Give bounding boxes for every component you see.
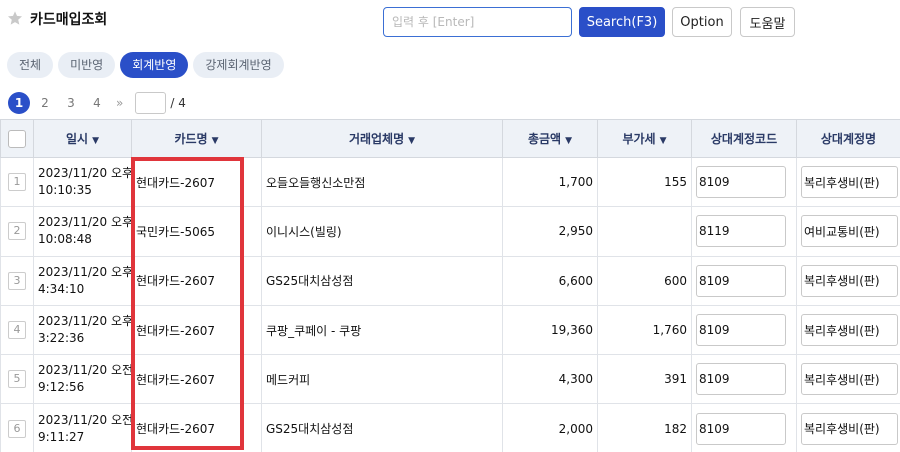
account-name-input[interactable] — [801, 412, 898, 445]
table-row[interactable]: 1 2023/11/20 오후 10:10:35 현대카드-2607 오들오들행신… — [0, 156, 900, 208]
page-2-button[interactable]: 2 — [34, 92, 56, 114]
account-name-input[interactable] — [801, 363, 898, 396]
date-cell: 2023/11/20 오후 10:10:35 — [33, 156, 132, 208]
merchant-cell: 오들오들행신소만점 — [261, 156, 503, 208]
page-4-button[interactable]: 4 — [86, 92, 108, 114]
table-row[interactable]: 3 2023/11/20 오후 4:34:10 현대카드-2607 GS25대치삼… — [0, 255, 900, 306]
column-header-vat[interactable]: 부가세 ▼ — [597, 119, 692, 158]
total-cell: 4,300 — [502, 354, 598, 405]
card-cell: 현대카드-2607 — [131, 255, 262, 306]
account-code-input[interactable] — [696, 412, 786, 445]
vat-cell: 391 — [597, 354, 692, 405]
total-cell: 2,000 — [502, 403, 598, 452]
column-header-account-code[interactable]: 상대계정코드 — [691, 119, 797, 158]
date-cell: 2023/11/20 오전 9:12:56 — [33, 354, 132, 405]
vat-cell: 155 — [597, 156, 692, 208]
total-cell: 1,700 — [502, 156, 598, 208]
tab-all[interactable]: 전체 — [7, 52, 54, 78]
table-row[interactable]: 5 2023/11/20 오전 9:12:56 현대카드-2607 메드커피 4,… — [0, 354, 900, 405]
account-code-input[interactable] — [696, 264, 786, 297]
search-button[interactable]: Search(F3) — [579, 7, 665, 37]
row-number[interactable]: 3 — [8, 271, 26, 290]
tab-unreflected[interactable]: 미반영 — [58, 52, 116, 78]
total-cell: 2,950 — [502, 206, 598, 257]
card-cell: 현대카드-2607 — [131, 354, 262, 405]
merchant-cell: GS25대치삼성점 — [261, 403, 503, 452]
select-all-checkbox[interactable] — [8, 129, 26, 148]
card-cell: 국민카드-5065 — [131, 206, 262, 257]
table-header-row: 일시 ▼ 카드명 ▼ 거래업체명 ▼ 총금액 ▼ 부가세 ▼ 상대계정코드 상대계정명 — [0, 119, 900, 158]
row-number[interactable]: 1 — [8, 173, 26, 192]
page-total: / 4 — [170, 96, 186, 110]
filter-tabs: 전체 미반영 회계반영 강제회계반영 — [7, 52, 284, 78]
next-page-icon[interactable]: » — [116, 96, 123, 110]
card-cell: 현대카드-2607 — [131, 304, 262, 356]
page-1-button[interactable]: 1 — [8, 92, 30, 114]
total-cell: 19,360 — [502, 304, 598, 356]
page-title: 카드매입조회 — [30, 12, 108, 28]
pagination: 1 2 3 4 » / 4 — [8, 92, 186, 114]
vat-cell: 182 — [597, 403, 692, 452]
search-input[interactable] — [383, 7, 572, 37]
row-number[interactable]: 5 — [8, 370, 26, 389]
merchant-cell: GS25대치삼성점 — [261, 255, 503, 306]
column-header-merchant[interactable]: 거래업체명 ▼ — [261, 119, 503, 158]
star-icon[interactable] — [7, 10, 23, 26]
vat-cell — [597, 206, 692, 257]
row-number[interactable]: 4 — [8, 321, 26, 340]
page-3-button[interactable]: 3 — [60, 92, 82, 114]
date-cell: 2023/11/20 오후 3:22:36 — [33, 304, 132, 356]
table-row[interactable]: 6 2023/11/20 오전 9:11:27 현대카드-2607 GS25대치삼… — [0, 403, 900, 452]
account-name-input[interactable] — [801, 215, 898, 248]
account-code-input[interactable] — [696, 314, 786, 347]
sort-caret-icon: ▼ — [92, 136, 99, 146]
option-button[interactable]: Option — [672, 7, 732, 37]
sort-caret-icon: ▼ — [408, 136, 416, 146]
date-cell: 2023/11/20 오후 4:34:10 — [33, 255, 132, 306]
date-cell: 2023/11/20 오전 9:11:27 — [33, 403, 132, 452]
tab-accounting-reflected[interactable]: 회계반영 — [120, 52, 189, 78]
column-header-account-name[interactable]: 상대계정명 — [796, 119, 900, 158]
card-purchase-table: 일시 ▼ 카드명 ▼ 거래업체명 ▼ 총금액 ▼ 부가세 ▼ 상대계정코드 상대계정명 1… — [0, 119, 900, 452]
vat-cell: 600 — [597, 255, 692, 306]
row-number[interactable]: 6 — [8, 419, 26, 438]
column-header-date[interactable]: 일시 ▼ — [33, 119, 132, 158]
sort-caret-icon: ▼ — [659, 136, 667, 146]
account-name-input[interactable] — [801, 166, 898, 199]
column-header-total[interactable]: 총금액 ▼ — [502, 119, 598, 158]
merchant-cell: 쿠팡_쿠페이 - 쿠팡 — [261, 304, 503, 356]
account-code-input[interactable] — [696, 363, 786, 396]
sort-caret-icon: ▼ — [211, 136, 219, 146]
date-cell: 2023/11/20 오후 10:08:48 — [33, 206, 132, 257]
vat-cell: 1,760 — [597, 304, 692, 356]
merchant-cell: 이니시스(빌링) — [261, 206, 503, 257]
account-code-input[interactable] — [696, 166, 786, 199]
card-cell: 현대카드-2607 — [131, 156, 262, 208]
select-all-header[interactable] — [0, 119, 34, 158]
table-row[interactable]: 2 2023/11/20 오후 10:08:48 국민카드-5065 이니시스(빌… — [0, 206, 900, 257]
sort-caret-icon: ▼ — [565, 136, 573, 146]
row-number[interactable]: 2 — [8, 222, 26, 241]
total-cell: 6,600 — [502, 255, 598, 306]
tab-forced-reflect[interactable]: 강제회계반영 — [193, 52, 284, 78]
column-header-card[interactable]: 카드명 ▼ — [131, 119, 262, 158]
page-number-input[interactable] — [135, 92, 167, 114]
account-name-input[interactable] — [801, 314, 898, 347]
help-button[interactable]: 도움말 — [740, 7, 795, 37]
account-code-input[interactable] — [696, 215, 786, 248]
merchant-cell: 메드커피 — [261, 354, 503, 405]
table-row[interactable]: 4 2023/11/20 오후 3:22:36 현대카드-2607 쿠팡_쿠페이 … — [0, 304, 900, 356]
card-cell: 현대카드-2607 — [131, 403, 262, 452]
account-name-input[interactable] — [801, 264, 898, 297]
